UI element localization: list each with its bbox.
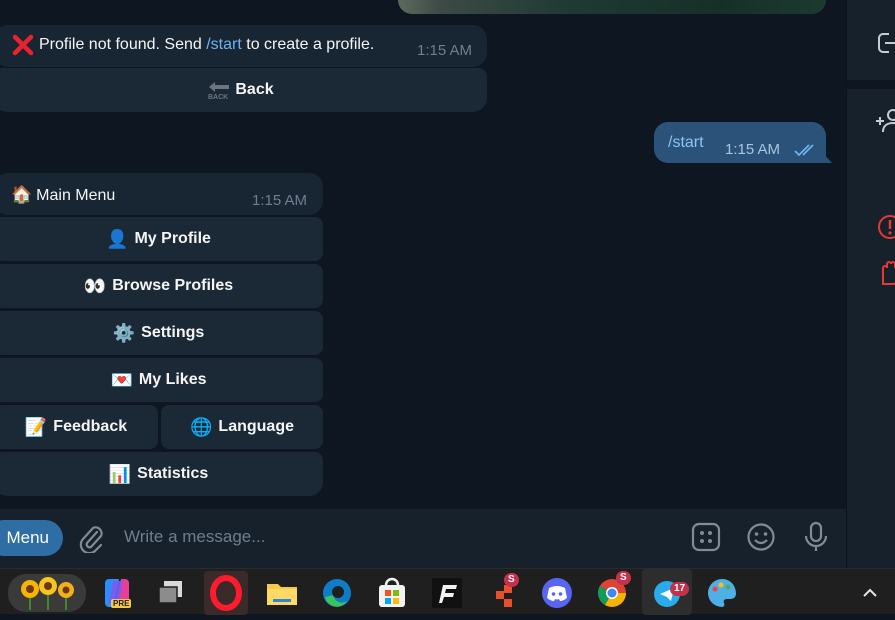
- telegram-badge: 17: [670, 582, 690, 596]
- right-panel: [846, 0, 895, 568]
- outgoing-time: 1:15 AM: [725, 141, 781, 158]
- main-menu-time: 1:15 AM: [252, 192, 308, 209]
- browse-profiles-button[interactable]: 👀 Browse Profiles: [0, 264, 323, 308]
- settings-label: Settings: [141, 324, 205, 341]
- bar-chart-icon: 📊: [108, 463, 132, 484]
- language-label: Language: [218, 418, 294, 435]
- microsoft-store-icon[interactable]: [374, 575, 410, 611]
- error-text-after: to create a profile.: [241, 36, 375, 53]
- bust-icon: 👤: [106, 228, 129, 249]
- globe-icon: 🌐: [190, 416, 213, 437]
- telegram-icon[interactable]: 17: [642, 569, 692, 615]
- main-menu-text: 🏠 Main Menu: [11, 185, 115, 205]
- statistics-label: Statistics: [137, 465, 209, 482]
- my-likes-label: My Likes: [138, 371, 207, 388]
- bot-commands-icon[interactable]: [691, 522, 721, 552]
- edge-icon[interactable]: [319, 575, 355, 611]
- outgoing-command[interactable]: /start: [668, 134, 704, 152]
- outgoing-tail: [820, 150, 832, 163]
- feedback-label: Feedback: [53, 418, 128, 435]
- opera-icon[interactable]: [204, 571, 248, 615]
- error-text-before: Profile not found. Send: [39, 36, 207, 53]
- language-button[interactable]: 🌐 Language: [161, 405, 323, 449]
- copilot-icon[interactable]: PRE: [99, 575, 135, 611]
- chevron-up-icon[interactable]: [860, 583, 880, 603]
- report-icon[interactable]: [875, 212, 895, 242]
- message-input-bar: Menu Write a message...: [0, 509, 846, 568]
- task-view-icon[interactable]: [154, 575, 190, 611]
- app-f-icon[interactable]: [429, 575, 465, 611]
- memo-icon: 📝: [24, 416, 48, 437]
- add-user-icon[interactable]: [875, 106, 895, 136]
- eyes-icon: 👀: [83, 275, 107, 296]
- my-likes-button[interactable]: 💌 My Likes: [0, 358, 323, 402]
- sunflower-icon: [21, 577, 74, 610]
- emoji-icon[interactable]: [746, 522, 776, 552]
- app-orange-icon[interactable]: S: [492, 573, 528, 611]
- discord-icon[interactable]: [539, 575, 575, 611]
- statistics-button[interactable]: 📊 Statistics: [0, 452, 323, 496]
- microphone-icon[interactable]: [802, 521, 830, 553]
- menu-button-label: Menu: [6, 528, 49, 547]
- chrome-icon[interactable]: S: [594, 571, 631, 611]
- gear-icon: ⚙️: [112, 322, 136, 343]
- paperclip-icon[interactable]: [77, 523, 105, 553]
- file-explorer-icon[interactable]: [264, 575, 300, 611]
- message-input[interactable]: Write a message...: [124, 527, 265, 547]
- message-time: 1:15 AM: [417, 42, 473, 59]
- paint-icon[interactable]: [704, 575, 740, 611]
- back-button-label: Back: [235, 81, 274, 98]
- my-profile-label: My Profile: [134, 230, 211, 247]
- back-arrow-icon: BACK: [208, 82, 230, 100]
- error-message-bubble: Profile not found. Send /start to create…: [0, 25, 487, 67]
- feedback-button[interactable]: 📝 Feedback: [0, 405, 158, 449]
- error-message-text: Profile not found. Send /start to create…: [39, 36, 374, 54]
- house-icon: 🏠: [11, 185, 33, 204]
- double-check-icon: [794, 144, 814, 157]
- menu-button[interactable]: Menu: [0, 520, 63, 556]
- back-button[interactable]: BACK Back: [0, 68, 487, 112]
- notification-badge: S: [504, 573, 519, 587]
- love-letter-icon: 💌: [110, 369, 133, 390]
- block-icon[interactable]: [875, 258, 895, 288]
- leave-icon[interactable]: [875, 28, 895, 58]
- svg-text:BACK: BACK: [208, 94, 228, 100]
- sunflower-widget[interactable]: [8, 574, 86, 612]
- main-menu-label: Main Menu: [36, 187, 116, 204]
- windows-taskbar: PRE S S 17: [0, 568, 895, 615]
- main-menu-bubble: 🏠 Main Menu 1:15 AM: [0, 173, 323, 215]
- outgoing-message-bubble: /start 1:15 AM: [654, 122, 826, 163]
- chat-area: Profile not found. Send /start to create…: [0, 0, 846, 509]
- media-preview[interactable]: [398, 0, 826, 14]
- cross-mark-icon: [12, 34, 34, 56]
- start-command-link[interactable]: /start: [206, 36, 242, 53]
- my-profile-button[interactable]: 👤 My Profile: [0, 217, 323, 261]
- pre-badge: PRE: [111, 599, 132, 608]
- panel-divider: [847, 80, 895, 89]
- settings-button[interactable]: ⚙️ Settings: [0, 311, 323, 355]
- notification-badge: S: [616, 571, 631, 585]
- browse-profiles-label: Browse Profiles: [112, 277, 234, 294]
